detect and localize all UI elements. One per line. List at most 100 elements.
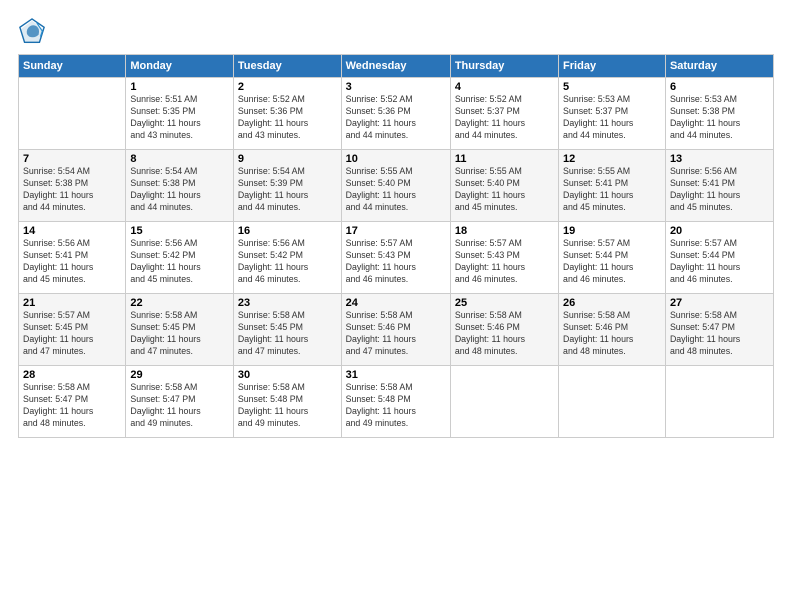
calendar-week-3: 14Sunrise: 5:56 AM Sunset: 5:41 PM Dayli… xyxy=(19,222,774,294)
calendar-cell xyxy=(19,78,126,150)
logo xyxy=(18,18,50,46)
header-cell-friday: Friday xyxy=(559,55,666,78)
calendar-cell: 1Sunrise: 5:51 AM Sunset: 5:35 PM Daylig… xyxy=(126,78,234,150)
day-info: Sunrise: 5:57 AM Sunset: 5:45 PM Dayligh… xyxy=(23,310,93,356)
day-info: Sunrise: 5:55 AM Sunset: 5:41 PM Dayligh… xyxy=(563,166,633,212)
calendar-cell: 27Sunrise: 5:58 AM Sunset: 5:47 PM Dayli… xyxy=(665,294,773,366)
calendar-week-1: 1Sunrise: 5:51 AM Sunset: 5:35 PM Daylig… xyxy=(19,78,774,150)
calendar-cell: 13Sunrise: 5:56 AM Sunset: 5:41 PM Dayli… xyxy=(665,150,773,222)
day-number: 5 xyxy=(563,81,661,93)
day-number: 24 xyxy=(346,297,446,309)
day-info: Sunrise: 5:57 AM Sunset: 5:43 PM Dayligh… xyxy=(346,238,416,284)
day-info: Sunrise: 5:54 AM Sunset: 5:38 PM Dayligh… xyxy=(23,166,93,212)
calendar-cell: 11Sunrise: 5:55 AM Sunset: 5:40 PM Dayli… xyxy=(450,150,558,222)
calendar-cell: 14Sunrise: 5:56 AM Sunset: 5:41 PM Dayli… xyxy=(19,222,126,294)
calendar-cell xyxy=(450,366,558,438)
day-number: 23 xyxy=(238,297,337,309)
header-cell-sunday: Sunday xyxy=(19,55,126,78)
day-number: 11 xyxy=(455,153,554,165)
day-info: Sunrise: 5:57 AM Sunset: 5:43 PM Dayligh… xyxy=(455,238,525,284)
header xyxy=(18,18,774,46)
day-info: Sunrise: 5:54 AM Sunset: 5:38 PM Dayligh… xyxy=(130,166,200,212)
day-info: Sunrise: 5:58 AM Sunset: 5:48 PM Dayligh… xyxy=(346,382,416,428)
day-info: Sunrise: 5:51 AM Sunset: 5:35 PM Dayligh… xyxy=(130,94,200,140)
day-info: Sunrise: 5:56 AM Sunset: 5:42 PM Dayligh… xyxy=(130,238,200,284)
day-info: Sunrise: 5:58 AM Sunset: 5:46 PM Dayligh… xyxy=(346,310,416,356)
header-cell-saturday: Saturday xyxy=(665,55,773,78)
day-number: 28 xyxy=(23,369,121,381)
day-number: 14 xyxy=(23,225,121,237)
calendar-cell: 30Sunrise: 5:58 AM Sunset: 5:48 PM Dayli… xyxy=(233,366,341,438)
calendar-week-4: 21Sunrise: 5:57 AM Sunset: 5:45 PM Dayli… xyxy=(19,294,774,366)
day-number: 7 xyxy=(23,153,121,165)
calendar-cell: 29Sunrise: 5:58 AM Sunset: 5:47 PM Dayli… xyxy=(126,366,234,438)
day-info: Sunrise: 5:53 AM Sunset: 5:37 PM Dayligh… xyxy=(563,94,633,140)
calendar-cell: 2Sunrise: 5:52 AM Sunset: 5:36 PM Daylig… xyxy=(233,78,341,150)
day-info: Sunrise: 5:55 AM Sunset: 5:40 PM Dayligh… xyxy=(346,166,416,212)
calendar-cell xyxy=(665,366,773,438)
day-number: 31 xyxy=(346,369,446,381)
day-info: Sunrise: 5:58 AM Sunset: 5:47 PM Dayligh… xyxy=(670,310,740,356)
header-row: SundayMondayTuesdayWednesdayThursdayFrid… xyxy=(19,55,774,78)
calendar-cell: 28Sunrise: 5:58 AM Sunset: 5:47 PM Dayli… xyxy=(19,366,126,438)
page: SundayMondayTuesdayWednesdayThursdayFrid… xyxy=(0,0,792,612)
calendar-cell: 4Sunrise: 5:52 AM Sunset: 5:37 PM Daylig… xyxy=(450,78,558,150)
day-info: Sunrise: 5:58 AM Sunset: 5:47 PM Dayligh… xyxy=(23,382,93,428)
day-number: 10 xyxy=(346,153,446,165)
header-cell-wednesday: Wednesday xyxy=(341,55,450,78)
calendar-cell: 18Sunrise: 5:57 AM Sunset: 5:43 PM Dayli… xyxy=(450,222,558,294)
day-info: Sunrise: 5:53 AM Sunset: 5:38 PM Dayligh… xyxy=(670,94,740,140)
day-number: 4 xyxy=(455,81,554,93)
calendar-cell: 20Sunrise: 5:57 AM Sunset: 5:44 PM Dayli… xyxy=(665,222,773,294)
day-number: 8 xyxy=(130,153,229,165)
calendar-cell: 6Sunrise: 5:53 AM Sunset: 5:38 PM Daylig… xyxy=(665,78,773,150)
day-info: Sunrise: 5:56 AM Sunset: 5:42 PM Dayligh… xyxy=(238,238,308,284)
day-number: 13 xyxy=(670,153,769,165)
calendar-cell: 12Sunrise: 5:55 AM Sunset: 5:41 PM Dayli… xyxy=(559,150,666,222)
day-info: Sunrise: 5:58 AM Sunset: 5:48 PM Dayligh… xyxy=(238,382,308,428)
calendar-cell: 10Sunrise: 5:55 AM Sunset: 5:40 PM Dayli… xyxy=(341,150,450,222)
calendar-table: SundayMondayTuesdayWednesdayThursdayFrid… xyxy=(18,54,774,438)
day-number: 12 xyxy=(563,153,661,165)
day-number: 26 xyxy=(563,297,661,309)
calendar-week-2: 7Sunrise: 5:54 AM Sunset: 5:38 PM Daylig… xyxy=(19,150,774,222)
day-info: Sunrise: 5:52 AM Sunset: 5:36 PM Dayligh… xyxy=(238,94,308,140)
day-number: 29 xyxy=(130,369,229,381)
calendar-cell: 17Sunrise: 5:57 AM Sunset: 5:43 PM Dayli… xyxy=(341,222,450,294)
day-number: 19 xyxy=(563,225,661,237)
calendar-cell: 15Sunrise: 5:56 AM Sunset: 5:42 PM Dayli… xyxy=(126,222,234,294)
day-info: Sunrise: 5:52 AM Sunset: 5:36 PM Dayligh… xyxy=(346,94,416,140)
day-number: 21 xyxy=(23,297,121,309)
day-number: 15 xyxy=(130,225,229,237)
day-info: Sunrise: 5:56 AM Sunset: 5:41 PM Dayligh… xyxy=(23,238,93,284)
day-number: 6 xyxy=(670,81,769,93)
day-info: Sunrise: 5:55 AM Sunset: 5:40 PM Dayligh… xyxy=(455,166,525,212)
day-number: 9 xyxy=(238,153,337,165)
day-info: Sunrise: 5:52 AM Sunset: 5:37 PM Dayligh… xyxy=(455,94,525,140)
day-info: Sunrise: 5:58 AM Sunset: 5:45 PM Dayligh… xyxy=(238,310,308,356)
day-number: 16 xyxy=(238,225,337,237)
header-cell-tuesday: Tuesday xyxy=(233,55,341,78)
header-cell-monday: Monday xyxy=(126,55,234,78)
calendar-cell xyxy=(559,366,666,438)
calendar-cell: 26Sunrise: 5:58 AM Sunset: 5:46 PM Dayli… xyxy=(559,294,666,366)
calendar-cell: 21Sunrise: 5:57 AM Sunset: 5:45 PM Dayli… xyxy=(19,294,126,366)
calendar-cell: 23Sunrise: 5:58 AM Sunset: 5:45 PM Dayli… xyxy=(233,294,341,366)
calendar-cell: 5Sunrise: 5:53 AM Sunset: 5:37 PM Daylig… xyxy=(559,78,666,150)
day-info: Sunrise: 5:58 AM Sunset: 5:45 PM Dayligh… xyxy=(130,310,200,356)
calendar-cell: 22Sunrise: 5:58 AM Sunset: 5:45 PM Dayli… xyxy=(126,294,234,366)
day-number: 2 xyxy=(238,81,337,93)
day-info: Sunrise: 5:56 AM Sunset: 5:41 PM Dayligh… xyxy=(670,166,740,212)
day-number: 20 xyxy=(670,225,769,237)
day-number: 30 xyxy=(238,369,337,381)
day-info: Sunrise: 5:54 AM Sunset: 5:39 PM Dayligh… xyxy=(238,166,308,212)
calendar-header: SundayMondayTuesdayWednesdayThursdayFrid… xyxy=(19,55,774,78)
logo-icon xyxy=(18,18,46,46)
calendar-cell: 8Sunrise: 5:54 AM Sunset: 5:38 PM Daylig… xyxy=(126,150,234,222)
day-number: 17 xyxy=(346,225,446,237)
day-number: 27 xyxy=(670,297,769,309)
day-info: Sunrise: 5:58 AM Sunset: 5:47 PM Dayligh… xyxy=(130,382,200,428)
calendar-cell: 19Sunrise: 5:57 AM Sunset: 5:44 PM Dayli… xyxy=(559,222,666,294)
day-info: Sunrise: 5:57 AM Sunset: 5:44 PM Dayligh… xyxy=(563,238,633,284)
calendar-cell: 3Sunrise: 5:52 AM Sunset: 5:36 PM Daylig… xyxy=(341,78,450,150)
